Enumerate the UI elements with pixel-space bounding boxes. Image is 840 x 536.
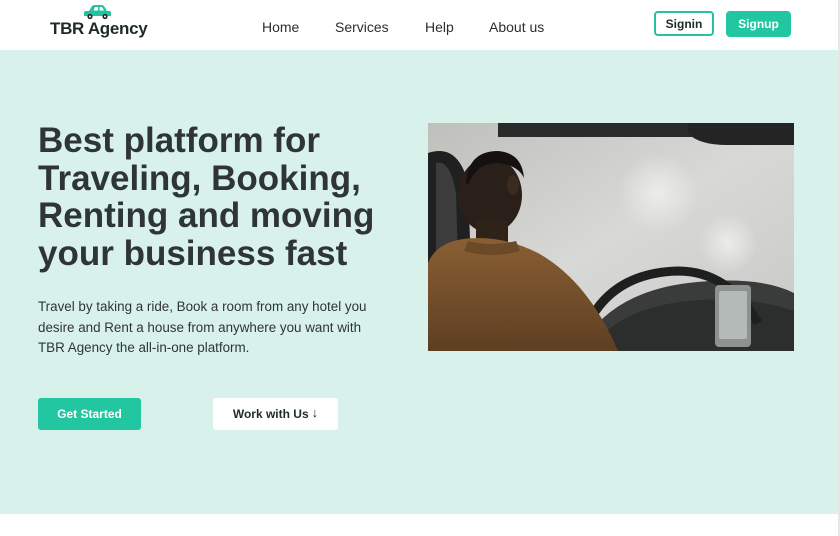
signup-button[interactable]: Signup bbox=[726, 11, 791, 37]
nav-help-link[interactable]: Help bbox=[425, 19, 454, 35]
signin-button[interactable]: Signin bbox=[654, 11, 714, 36]
page: TBR Agency Home Services Help About us S… bbox=[0, 0, 840, 536]
hero-title: Best platform for Traveling, Booking, Re… bbox=[38, 122, 418, 272]
arrow-down-icon: ↓ bbox=[311, 405, 319, 420]
work-with-us-label: Work with Us bbox=[232, 407, 309, 421]
hero-description-line: desire and Rent a house from anywhere yo… bbox=[38, 319, 362, 335]
hero-title-line: Traveling, Booking, bbox=[38, 158, 361, 198]
nav-home-link[interactable]: Home bbox=[262, 19, 299, 35]
work-with-us-button[interactable]: Work with Us ↓ bbox=[213, 398, 338, 430]
next-section bbox=[0, 514, 838, 536]
hero-title-line: your business fast bbox=[38, 233, 348, 273]
car-icon bbox=[84, 5, 111, 20]
nav-about-link[interactable]: About us bbox=[489, 19, 544, 35]
hero-description-line: Travel by taking a ride, Book a room fro… bbox=[38, 299, 367, 314]
driver-in-car-photo bbox=[428, 123, 794, 351]
hero-description-line: TBR Agency the all-in-one platform. bbox=[38, 340, 250, 355]
brand-logo[interactable]: TBR Agency bbox=[50, 4, 150, 44]
nav-services-link[interactable]: Services bbox=[335, 19, 389, 35]
hero-title-line: Renting and moving bbox=[38, 196, 375, 235]
get-started-button[interactable]: Get Started bbox=[38, 398, 141, 430]
brand-name: TBR Agency bbox=[50, 19, 148, 38]
site-header: TBR Agency Home Services Help About us S… bbox=[0, 0, 840, 50]
hero-title-line: Best platform for bbox=[38, 121, 320, 160]
hero-description: Travel by taking a ride, Book a room fro… bbox=[38, 297, 398, 359]
driver-photo-illustration bbox=[428, 123, 794, 351]
